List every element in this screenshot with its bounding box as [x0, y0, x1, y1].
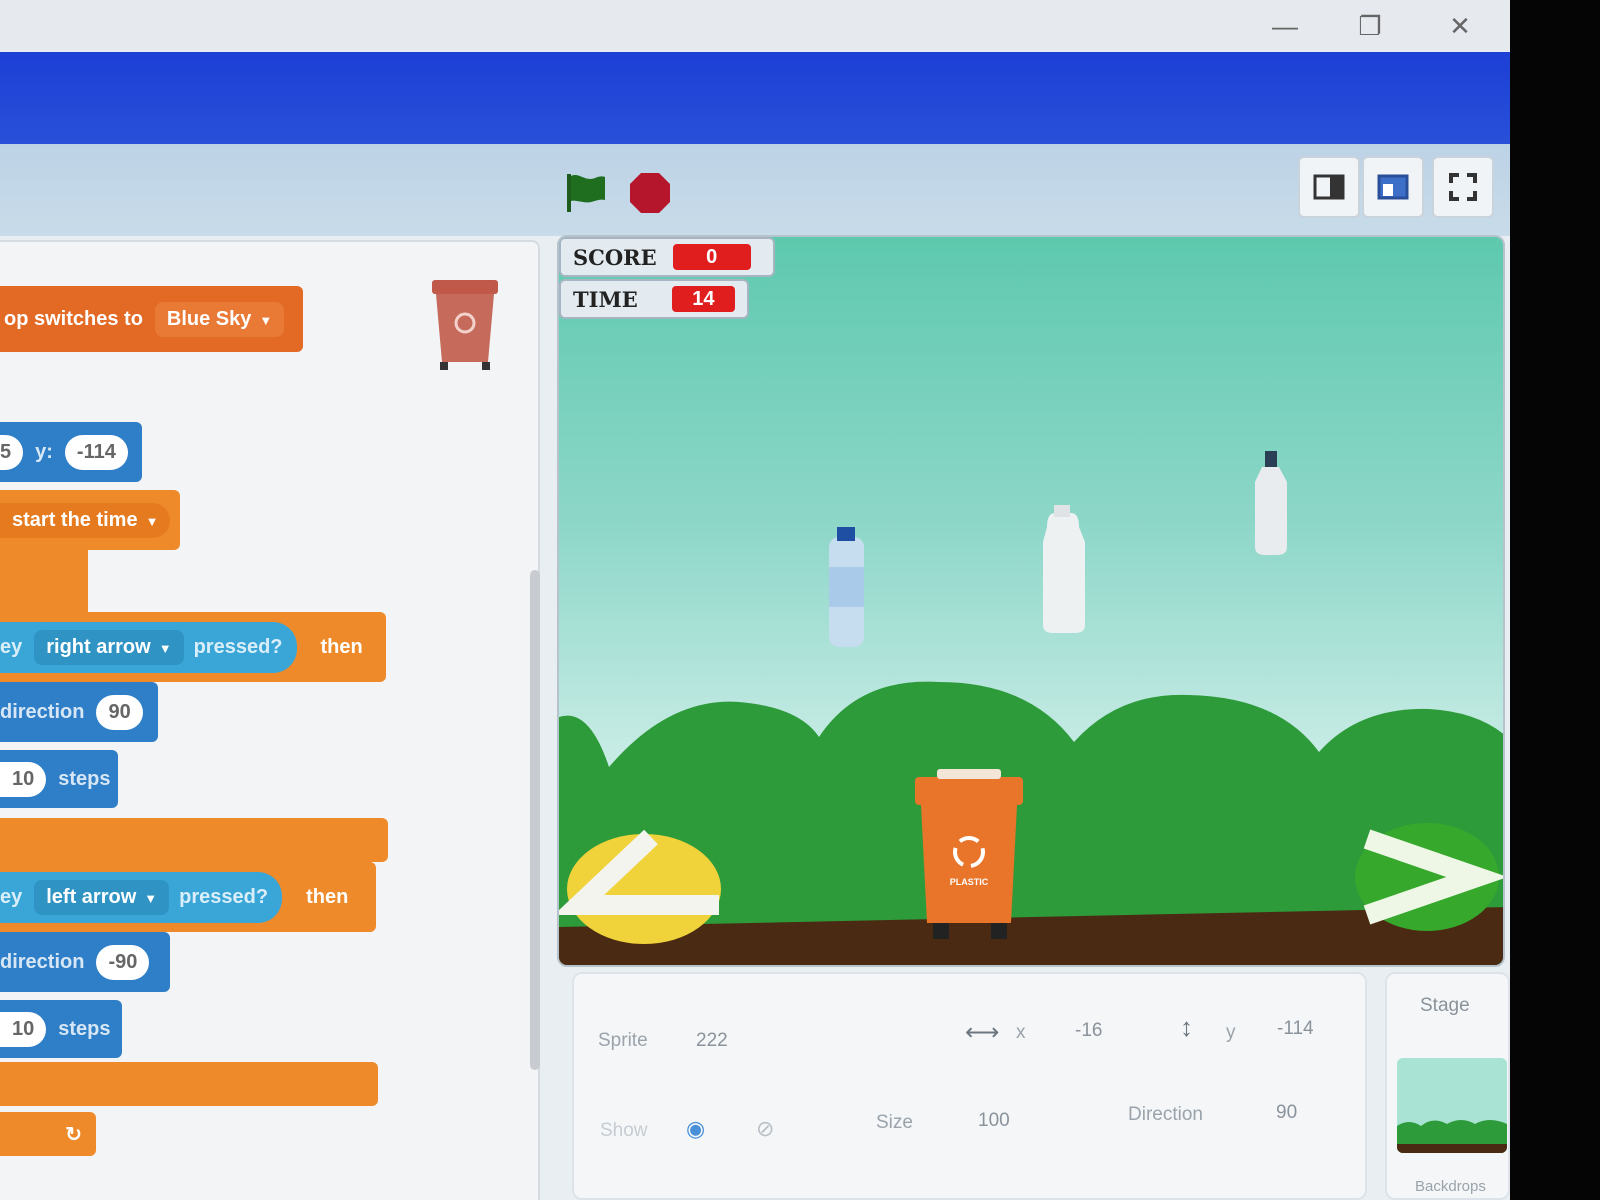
sprite-thumbnail	[430, 278, 500, 373]
steps-input[interactable]: 10	[0, 1011, 47, 1047]
bottle-sprite	[1043, 505, 1085, 633]
switch-backdrop-block[interactable]: op switches to Blue Sky ▼	[0, 286, 303, 352]
key-prefix-text: ey	[0, 635, 23, 658]
key-prefix-text: ey	[0, 885, 23, 908]
key-pressed-condition[interactable]: ey right arrow ▼ pressed?	[0, 621, 297, 673]
direction-field[interactable]: 90	[1276, 1102, 1297, 1124]
steps-text: steps	[58, 767, 111, 790]
goto-x-input[interactable]: 5	[0, 434, 24, 470]
x-arrows-icon: ⟷	[965, 1019, 1000, 1046]
menu-bar	[0, 52, 1510, 144]
small-stage-button[interactable]	[1298, 156, 1360, 218]
window-titlebar: — ❐ ✕	[0, 0, 1510, 52]
key-dropdown-right[interactable]: right arrow ▼	[34, 629, 184, 665]
chevron-down-icon: ▼	[158, 640, 172, 656]
show-label: Show	[600, 1120, 648, 1141]
scratch-window: — ❐ ✕ op switches to Blue Sky ▼ 5 y: -11…	[0, 0, 1510, 1200]
then-text: then	[320, 635, 363, 658]
goto-y-label: y:	[35, 440, 53, 463]
if-right-arrow-block[interactable]: ey right arrow ▼ pressed? then	[0, 612, 386, 682]
stage-thumbnail[interactable]	[1397, 1058, 1507, 1153]
forever-block[interactable]	[0, 550, 88, 612]
recycle-bin-sprite	[915, 769, 1023, 939]
chevron-down-icon: ▼	[144, 890, 158, 906]
bottle-sprite	[829, 527, 864, 647]
if-left-arrow-block[interactable]: ey left arrow ▼ pressed? then	[0, 862, 376, 932]
time-label: TIME	[573, 286, 638, 312]
move-steps-block[interactable]: 10 steps	[0, 1000, 122, 1058]
direction-input[interactable]: -90	[96, 944, 150, 980]
direction-label: Direction	[1128, 1104, 1203, 1125]
stage-canvas[interactable]: SCORE 0 TIME 14 PLASTIC	[557, 235, 1505, 967]
goto-y-input[interactable]: -114	[64, 434, 128, 470]
key-dropdown-value: left arrow	[46, 885, 137, 908]
size-label: Size	[876, 1112, 913, 1133]
bottle-sprite	[1255, 451, 1287, 555]
goto-xy-block[interactable]: 5 y: -114	[0, 422, 142, 482]
steps-text: steps	[58, 1017, 111, 1040]
stop-icon[interactable]	[628, 171, 672, 215]
broadcast-block[interactable]: start the time ▼	[0, 490, 180, 550]
pressed-text: pressed?	[179, 885, 269, 908]
backdrop-dropdown-value: Blue Sky	[166, 307, 252, 330]
normal-stage-button[interactable]	[1362, 156, 1424, 218]
left-button[interactable]	[559, 829, 721, 944]
y-label: y	[1226, 1022, 1236, 1043]
point-direction-block[interactable]: direction -90	[0, 932, 170, 992]
fullscreen-button[interactable]	[1432, 156, 1494, 218]
backdrops-label: Backdrops	[1415, 1178, 1486, 1195]
then-text: then	[306, 885, 349, 908]
size-input[interactable]: 100	[978, 1110, 1010, 1132]
broadcast-dropdown-value: start the time	[12, 508, 138, 531]
score-monitor: SCORE 0	[559, 237, 775, 277]
score-value: 0	[672, 244, 751, 270]
close-icon[interactable]: ✕	[1430, 8, 1490, 44]
show-hidden-icon[interactable]: ⊘	[756, 1116, 774, 1142]
direction-text: direction	[0, 950, 85, 973]
chevron-down-icon: ▼	[145, 513, 159, 529]
stage-scene	[559, 451, 1503, 965]
direction-text: direction	[0, 700, 85, 723]
normal-stage-icon	[1377, 174, 1409, 200]
backdrop-dropdown[interactable]: Blue Sky ▼	[154, 301, 285, 337]
if-end-block	[0, 1062, 378, 1106]
small-stage-icon	[1313, 174, 1345, 200]
minimize-icon[interactable]: —	[1255, 8, 1315, 44]
move-steps-block[interactable]: 10 steps	[0, 750, 118, 808]
forever-end-block: ↻	[0, 1112, 96, 1156]
sprite-name-input[interactable]: 222	[696, 1030, 728, 1052]
key-pressed-condition[interactable]: ey left arrow ▼ pressed?	[0, 871, 283, 923]
y-input[interactable]: -114	[1277, 1018, 1314, 1040]
y-arrows-icon: ↕	[1180, 1012, 1193, 1042]
monitor-bezel	[1510, 0, 1600, 1200]
key-dropdown-value: right arrow	[46, 635, 151, 658]
show-visible-icon[interactable]: ◉	[686, 1116, 705, 1142]
point-direction-block[interactable]: direction 90	[0, 682, 158, 742]
stage-panel-title: Stage	[1420, 995, 1470, 1016]
sprite-name-label: Sprite	[598, 1030, 648, 1051]
chevron-down-icon: ▼	[259, 312, 273, 328]
loop-arrow-icon: ↻	[65, 1123, 82, 1146]
broadcast-dropdown[interactable]: start the time ▼	[0, 502, 171, 538]
pressed-text: pressed?	[193, 635, 283, 658]
fullscreen-icon	[1449, 173, 1477, 201]
key-dropdown-left[interactable]: left arrow ▼	[34, 879, 170, 915]
stage-header	[0, 144, 1510, 236]
steps-input[interactable]: 10	[0, 761, 47, 797]
time-monitor: TIME 14	[559, 279, 749, 319]
score-label: SCORE	[573, 244, 657, 270]
restore-icon[interactable]: ❐	[1340, 8, 1400, 44]
sprite-info-panel	[572, 972, 1367, 1200]
right-button[interactable]	[1355, 823, 1503, 931]
bin-label: PLASTIC	[949, 877, 989, 887]
x-label: x	[1016, 1022, 1026, 1043]
direction-input[interactable]: 90	[96, 694, 143, 730]
code-scrollbar[interactable]	[530, 570, 540, 1070]
backdrop-block-text: op switches to	[4, 307, 143, 330]
x-input[interactable]: -16	[1075, 1020, 1102, 1042]
green-flag-icon[interactable]	[563, 170, 607, 214]
time-value: 14	[671, 286, 735, 312]
if-end-block	[0, 818, 388, 862]
